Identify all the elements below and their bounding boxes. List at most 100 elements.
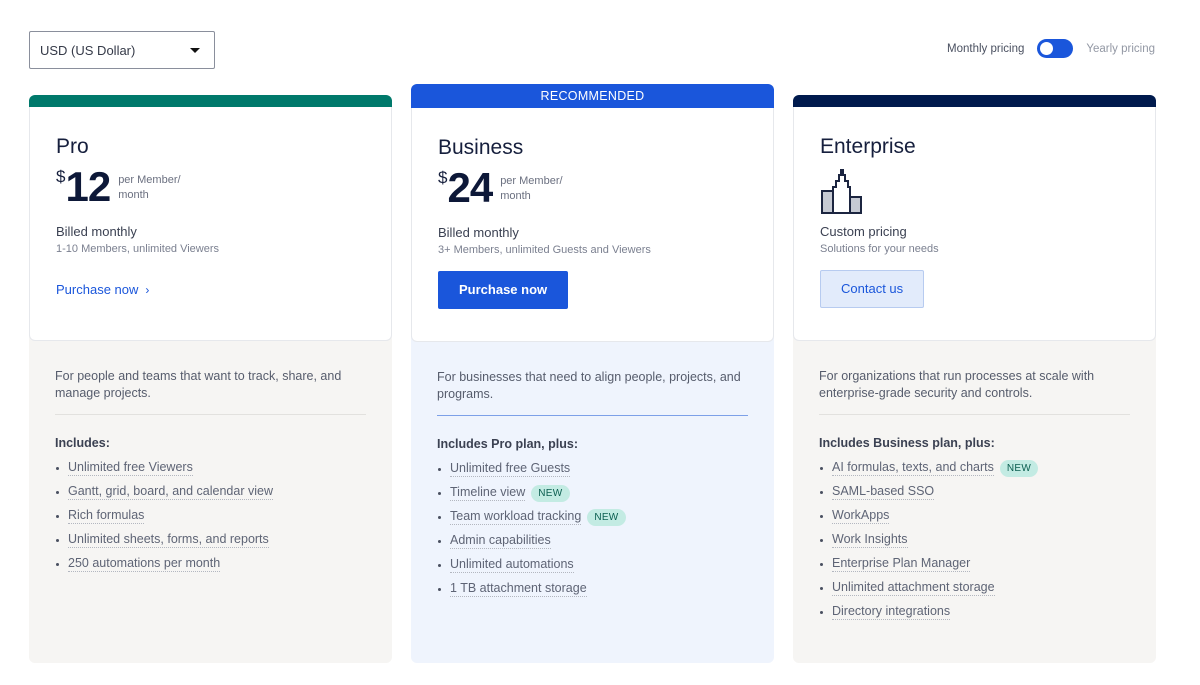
price-unit-line1: per Member/	[500, 175, 563, 187]
purchase-now-button[interactable]: Purchase now	[438, 271, 569, 309]
feature-text[interactable]: Enterprise Plan Manager	[832, 556, 971, 572]
member-limits: 3+ Members, unlimited Guests and Viewers	[438, 244, 651, 256]
feature-item: Team workload tracking NEW	[437, 505, 748, 529]
yearly-pricing-label[interactable]: Yearly pricing	[1086, 43, 1155, 55]
billing-cycle: Billed monthly	[438, 225, 519, 240]
currency-symbol: $	[438, 168, 448, 187]
feature-text[interactable]: Admin capabilities	[450, 533, 551, 549]
feature-text[interactable]: WorkApps	[832, 508, 890, 524]
price-unit: per Member/ month	[500, 174, 562, 204]
feature-text[interactable]: Work Insights	[832, 532, 908, 548]
feature-text[interactable]: Unlimited automations	[450, 557, 574, 573]
feature-text[interactable]: 250 automations per month	[68, 556, 221, 572]
plan-header: Business $ 24 per Member/ month Billed m…	[411, 108, 774, 342]
new-badge: NEW	[531, 484, 570, 502]
currency-select-value: USD (US Dollar)	[40, 42, 136, 58]
contact-us-button[interactable]: Contact us	[820, 270, 925, 308]
feature-text[interactable]: Rich formulas	[68, 508, 145, 524]
feature-item: Rich formulas	[55, 504, 366, 528]
bullet-icon	[56, 538, 59, 542]
price-unit: per Member/ month	[118, 173, 180, 203]
bullet-icon	[438, 539, 441, 543]
feature-text[interactable]: Team workload tracking	[450, 509, 582, 525]
plan-header: Enterprise Custom pricing Solutions for …	[793, 107, 1156, 341]
chevron-right-icon: ›	[145, 282, 150, 297]
purchase-now-label: Purchase now	[56, 282, 139, 297]
bullet-icon	[820, 538, 823, 542]
feature-item: Work Insights	[819, 528, 1130, 552]
feature-list: Unlimited free Guests Timeline view NEW T…	[437, 457, 748, 601]
currency-select[interactable]: USD (US Dollar)	[29, 31, 215, 69]
plan-accent-bar	[793, 95, 1156, 107]
feature-item: 1 TB attachment storage	[437, 577, 748, 601]
bullet-icon	[820, 562, 823, 566]
feature-item: SAML-based SSO	[819, 480, 1130, 504]
feature-item: Unlimited free Viewers	[55, 456, 366, 480]
bullet-icon	[56, 490, 59, 494]
bullet-icon	[820, 466, 823, 470]
feature-text[interactable]: Unlimited free Guests	[450, 461, 571, 477]
feature-text[interactable]: Unlimited sheets, forms, and reports	[68, 532, 269, 548]
plan-details: For businesses that need to align people…	[411, 336, 774, 663]
recommended-ribbon: RECOMMENDED	[411, 84, 774, 108]
billing-period-switch[interactable]	[1037, 39, 1074, 58]
price: $ 24 per Member/ month	[438, 166, 747, 216]
bullet-icon	[820, 586, 823, 590]
feature-list: Unlimited free Viewers Gantt, grid, boar…	[55, 456, 366, 576]
plan-header: Pro $ 12 per Member/ month Billed monthl…	[29, 107, 392, 341]
bullet-icon	[820, 610, 823, 614]
bullet-icon	[56, 466, 59, 470]
feature-item: Directory integrations	[819, 600, 1130, 624]
feature-item: Enterprise Plan Manager	[819, 552, 1130, 576]
switch-knob	[1040, 42, 1054, 55]
bullet-icon	[56, 514, 59, 518]
feature-item: Unlimited attachment storage	[819, 576, 1130, 600]
price-amount: 12	[65, 163, 111, 210]
billing-cycle: Billed monthly	[56, 224, 137, 239]
member-limits: 1-10 Members, unlimited Viewers	[56, 243, 220, 255]
feature-item: Unlimited sheets, forms, and reports	[55, 528, 366, 552]
building-icon	[820, 165, 1129, 215]
bullet-icon	[820, 514, 823, 518]
price-amount: 24	[447, 164, 493, 211]
plan-name: Pro	[56, 135, 89, 158]
plan-name: Enterprise	[820, 135, 916, 158]
plan-card-pro: Pro $ 12 per Member/ month Billed monthl…	[29, 95, 392, 663]
includes-title: Includes:	[55, 436, 110, 450]
new-badge: NEW	[999, 459, 1039, 477]
feature-text[interactable]: SAML-based SSO	[832, 484, 935, 500]
price-unit-line2: month	[118, 189, 149, 201]
divider	[437, 415, 748, 416]
feature-item: Admin capabilities	[437, 529, 748, 553]
feature-text[interactable]: Unlimited free Viewers	[68, 460, 193, 476]
feature-item: Timeline view NEW	[437, 481, 748, 505]
feature-text[interactable]: Gantt, grid, board, and calendar view	[68, 484, 273, 500]
price-unit-line1: per Member/	[118, 174, 181, 186]
caret-down-icon	[190, 47, 200, 53]
feature-item: Gantt, grid, board, and calendar view	[55, 480, 366, 504]
plan-description: For people and teams that want to track,…	[55, 369, 342, 400]
includes-title: Includes Pro plan, plus:	[437, 437, 578, 451]
feature-text[interactable]: Directory integrations	[832, 604, 951, 620]
feature-list: AI formulas, texts, and charts NEW SAML-b…	[819, 456, 1130, 624]
purchase-now-link[interactable]: Purchase now ›	[56, 282, 149, 297]
feature-item: Unlimited automations	[437, 553, 748, 577]
plan-card-enterprise: Enterprise Custom pricing Solutions for …	[793, 95, 1156, 663]
bullet-icon	[438, 587, 441, 591]
billing-period-toggle-group: Monthly pricing Yearly pricing	[947, 39, 1155, 58]
divider	[819, 414, 1130, 415]
feature-text[interactable]: AI formulas, texts, and charts	[832, 460, 994, 476]
bullet-icon	[820, 490, 823, 494]
feature-text[interactable]: 1 TB attachment storage	[450, 581, 587, 597]
plan-details: For people and teams that want to track,…	[29, 335, 392, 663]
monthly-pricing-label[interactable]: Monthly pricing	[947, 43, 1024, 55]
pricing-subtext: Solutions for your needs	[820, 243, 939, 255]
bullet-icon	[56, 562, 59, 566]
feature-text[interactable]: Timeline view	[450, 485, 526, 501]
feature-item: AI formulas, texts, and charts NEW	[819, 456, 1130, 480]
currency-symbol: $	[56, 167, 66, 186]
price-unit-line2: month	[500, 190, 531, 202]
bullet-icon	[438, 491, 441, 495]
plan-name: Business	[438, 136, 524, 159]
feature-text[interactable]: Unlimited attachment storage	[832, 580, 995, 596]
